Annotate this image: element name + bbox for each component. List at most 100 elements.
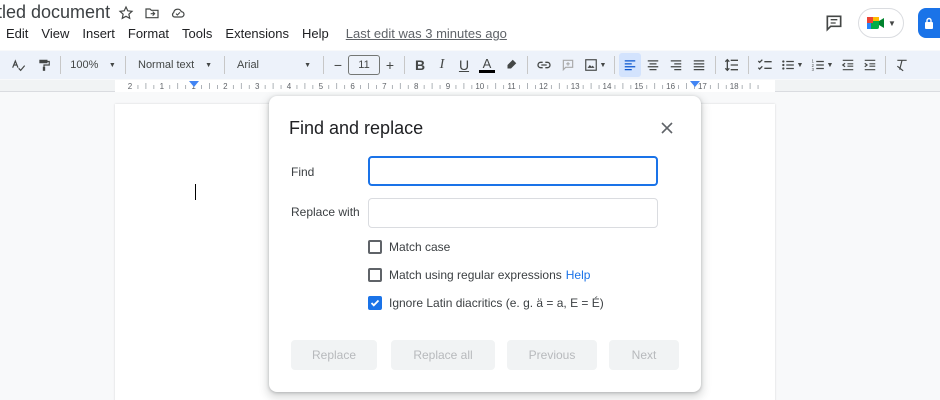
- toolbar-divider: [527, 56, 528, 74]
- paint-format-icon[interactable]: [32, 53, 56, 77]
- cloud-status-icon[interactable]: [168, 3, 188, 23]
- text-cursor: [195, 184, 196, 200]
- spellcheck-icon[interactable]: [4, 53, 32, 77]
- previous-button[interactable]: Previous: [507, 340, 597, 370]
- ruler-number: 10: [475, 82, 484, 91]
- ruler-number: 12: [539, 82, 548, 91]
- text-color-icon[interactable]: A: [475, 53, 499, 77]
- ruler-number: 18: [730, 82, 739, 91]
- italic-icon[interactable]: I: [431, 53, 453, 77]
- share-button[interactable]: [918, 8, 940, 38]
- clear-formatting-icon[interactable]: [890, 53, 914, 77]
- increase-font-size-icon[interactable]: +: [380, 53, 400, 77]
- meet-button[interactable]: ▼: [858, 8, 904, 38]
- ruler-number: 9: [446, 82, 451, 91]
- replace-input[interactable]: [368, 198, 658, 228]
- line-spacing-icon[interactable]: [720, 53, 744, 77]
- next-button[interactable]: Next: [609, 340, 679, 370]
- font-size-input[interactable]: 11: [348, 55, 380, 75]
- bulleted-list-icon[interactable]: ▼: [777, 53, 807, 77]
- match-case-checkbox[interactable]: [368, 240, 382, 254]
- menu-insert[interactable]: Insert: [82, 26, 115, 41]
- title-bar: itled document Edit View Insert Format T…: [0, 0, 940, 50]
- regex-checkbox[interactable]: [368, 268, 382, 282]
- ruler-number: 8: [414, 82, 419, 91]
- match-case-option[interactable]: Match case: [368, 240, 450, 254]
- toolbar-divider: [323, 56, 324, 74]
- zoom-select[interactable]: 100% ▼: [65, 53, 121, 77]
- ruler-number: 2: [223, 82, 228, 91]
- chevron-down-icon: ▼: [304, 61, 311, 69]
- decrease-font-size-icon[interactable]: −: [328, 53, 348, 77]
- toolbar-divider: [748, 56, 749, 74]
- ruler-ticks: 21123456789101112131415161718: [128, 81, 759, 91]
- replace-all-button[interactable]: Replace all: [391, 340, 495, 370]
- checkmark-icon: [370, 299, 380, 307]
- diacritics-label: Ignore Latin diacritics (e. g. ä = a, E …: [389, 296, 604, 310]
- comment-history-icon[interactable]: [824, 13, 844, 33]
- menu-bar: Edit View Insert Format Tools Extensions…: [6, 26, 520, 41]
- numbered-list-icon[interactable]: 123 ▼: [807, 53, 837, 77]
- document-title[interactable]: itled document: [0, 2, 110, 23]
- move-folder-icon[interactable]: [142, 3, 162, 23]
- toolbar-divider: [715, 56, 716, 74]
- last-edit-link[interactable]: Last edit was 3 minutes ago: [346, 26, 507, 41]
- match-case-label: Match case: [389, 240, 451, 254]
- menu-view[interactable]: View: [41, 26, 69, 41]
- replace-button[interactable]: Replace: [291, 340, 377, 370]
- lock-icon: [925, 17, 933, 29]
- ruler-number: 16: [666, 82, 675, 91]
- justify-icon[interactable]: [687, 53, 711, 77]
- horizontal-ruler[interactable]: 21123456789101112131415161718: [0, 80, 940, 92]
- menu-tools[interactable]: Tools: [182, 26, 212, 41]
- chevron-down-icon: ▼: [205, 61, 212, 69]
- align-right-icon[interactable]: [665, 53, 687, 77]
- align-center-icon[interactable]: [641, 53, 665, 77]
- align-left-icon[interactable]: [619, 53, 641, 77]
- regex-help-link[interactable]: Help: [566, 268, 591, 282]
- toolbar-divider: [224, 56, 225, 74]
- menu-format[interactable]: Format: [128, 26, 169, 41]
- chevron-down-icon: ▼: [108, 61, 116, 69]
- style-value: Normal text: [138, 59, 195, 71]
- highlight-icon[interactable]: [499, 53, 523, 77]
- diacritics-checkbox[interactable]: [368, 296, 382, 310]
- meet-icon: [867, 17, 885, 29]
- ruler-number: 11: [507, 82, 516, 91]
- toolbar-divider: [885, 56, 886, 74]
- close-icon[interactable]: [657, 118, 677, 138]
- underline-icon[interactable]: U: [453, 53, 475, 77]
- font-select[interactable]: Arial ▼: [229, 53, 319, 77]
- regex-label: Match using regular expressions: [389, 268, 562, 282]
- dialog-title: Find and replace: [289, 118, 424, 138]
- ruler-number: 2: [128, 82, 133, 91]
- font-value: Arial: [237, 59, 260, 71]
- ruler-number: 14: [603, 82, 612, 91]
- checklist-icon[interactable]: [753, 53, 777, 77]
- diacritics-option[interactable]: Ignore Latin diacritics (e. g. ä = a, E …: [368, 296, 604, 310]
- find-input[interactable]: [368, 156, 658, 186]
- menu-extensions[interactable]: Extensions: [225, 26, 289, 41]
- insert-link-icon[interactable]: [532, 53, 556, 77]
- add-comment-icon[interactable]: [556, 53, 580, 77]
- star-icon[interactable]: [116, 3, 136, 23]
- decrease-indent-icon[interactable]: [837, 53, 859, 77]
- insert-image-icon[interactable]: ▼: [580, 53, 610, 77]
- ruler-number: 4: [287, 82, 292, 91]
- toolbar-divider: [125, 56, 126, 74]
- zoom-value: 100%: [70, 59, 99, 71]
- menu-edit[interactable]: Edit: [6, 26, 28, 41]
- ruler-number: 15: [634, 82, 643, 91]
- increase-indent-icon[interactable]: [859, 53, 881, 77]
- svg-text:3: 3: [811, 67, 814, 72]
- toolbar-divider: [614, 56, 615, 74]
- regex-option[interactable]: Match using regular expressions Help: [368, 268, 590, 282]
- toolbar-divider: [404, 56, 405, 74]
- chevron-down-icon: ▼: [888, 18, 896, 28]
- menu-help[interactable]: Help: [302, 26, 329, 41]
- style-select[interactable]: Normal text ▼: [130, 53, 220, 77]
- ruler-number: 3: [255, 82, 260, 91]
- formatting-toolbar: 100% ▼ Normal text ▼ Arial ▼ − 11 + B I …: [0, 51, 940, 79]
- ruler-number: 1: [160, 82, 165, 91]
- bold-icon[interactable]: B: [409, 53, 431, 77]
